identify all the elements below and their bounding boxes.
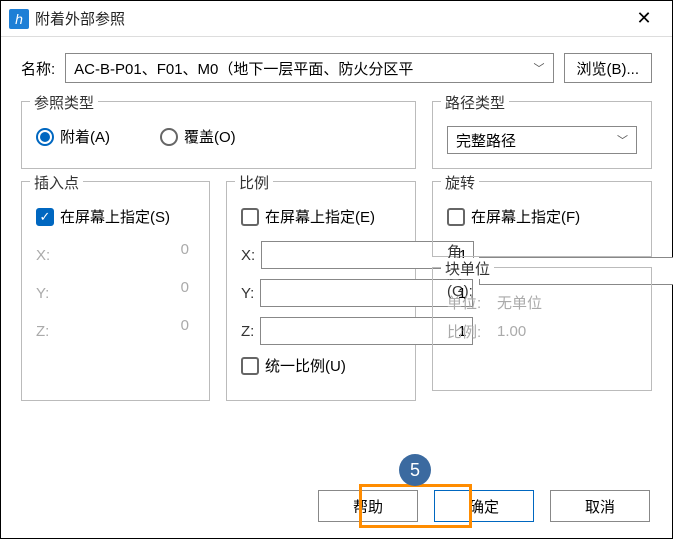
rotate-onscreen-label: 在屏幕上指定(F) [471,206,580,227]
scale-group: 比例 在屏幕上指定(E) X: Y: Z: 统一比例(U) [226,181,416,401]
block-unit-title: 块单位 [441,258,494,279]
scale-onscreen-checkbox[interactable]: 在屏幕上指定(E) [241,206,401,227]
radio-attach[interactable]: 附着(A) [36,126,110,147]
uniform-scale-label: 统一比例(U) [265,355,346,376]
uniform-scale-checkbox[interactable]: 统一比例(U) [241,355,401,376]
dialog-title: 附着外部参照 [35,8,624,29]
radio-overlay[interactable]: 覆盖(O) [160,126,236,147]
ok-button[interactable]: 确定 [434,490,534,522]
cancel-button[interactable]: 取消 [550,490,650,522]
block-unit-label: 单位: [447,292,497,313]
scale-onscreen-label: 在屏幕上指定(E) [265,206,375,227]
rotate-onscreen-checkbox[interactable]: 在屏幕上指定(F) [447,206,637,227]
path-type-title: 路径类型 [441,92,509,113]
row-type: 参照类型 附着(A) 覆盖(O) 路径类型 完整路径 ﹀ [21,101,652,169]
block-scale-value: 1.00 [497,323,526,340]
dialog-content: 名称: AC-B-P01、F01、M0（地下一层平面、防火分区平 ﹀ 浏览(B)… [1,37,672,413]
insertion-point-title: 插入点 [30,172,83,193]
insertion-point-group: 插入点 ✓ 在屏幕上指定(S) X:0 Y:0 Z:0 [21,181,210,401]
insert-y-input: 0 [72,279,195,307]
name-value: AC-B-P01、F01、M0（地下一层平面、防火分区平 [74,58,413,79]
insert-x-label: X: [36,247,66,264]
insert-onscreen-label: 在屏幕上指定(S) [60,206,170,227]
browse-button[interactable]: 浏览(B)... [564,53,653,83]
name-label: 名称: [21,58,55,79]
block-scale-label: 比例: [447,321,497,342]
chevron-down-icon: ﹀ [617,132,628,148]
path-type-value: 完整路径 [456,130,516,151]
rotation-group: 旋转 在屏幕上指定(F) 角度(G): [432,181,652,257]
name-select[interactable]: AC-B-P01、F01、M0（地下一层平面、防火分区平 ﹀ [65,53,553,83]
insert-onscreen-checkbox[interactable]: ✓ 在屏幕上指定(S) [36,206,195,227]
scale-z-label: Z: [241,323,254,340]
radio-overlay-label: 覆盖(O) [184,126,236,147]
titlebar: h 附着外部参照 ✕ [1,1,672,37]
reference-type-title: 参照类型 [30,92,98,113]
scale-title: 比例 [235,172,273,193]
checkbox-checked-icon: ✓ [36,208,54,226]
help-button[interactable]: 帮助 [318,490,418,522]
checkbox-unchecked-icon [241,208,259,226]
row-params: 插入点 ✓ 在屏幕上指定(S) X:0 Y:0 Z:0 比例 在屏幕上指定(E)… [21,181,652,401]
radio-unchecked-icon [160,128,178,146]
close-button[interactable]: ✕ [624,3,664,35]
checkbox-unchecked-icon [241,357,259,375]
annotation-marker: 5 [399,454,431,486]
block-unit-row: 单位:无单位 [447,292,637,313]
scale-x-label: X: [241,247,255,264]
checkbox-unchecked-icon [447,208,465,226]
reference-type-group: 参照类型 附着(A) 覆盖(O) [21,101,416,169]
path-type-group: 路径类型 完整路径 ﹀ [432,101,652,169]
block-unit-group: 块单位 单位:无单位 比例:1.00 [432,267,652,391]
rotation-title: 旋转 [441,172,479,193]
right-column: 旋转 在屏幕上指定(F) 角度(G): 块单位 单位:无单位 比例:1.00 [432,181,652,401]
insert-z-label: Z: [36,323,66,340]
app-icon: h [9,9,29,29]
radio-attach-label: 附着(A) [60,126,110,147]
button-row: 帮助 确定 取消 [318,490,650,522]
scale-y-label: Y: [241,285,254,302]
chevron-down-icon: ﹀ [534,60,545,76]
name-row: 名称: AC-B-P01、F01、M0（地下一层平面、防火分区平 ﹀ 浏览(B)… [21,53,652,83]
insert-y-label: Y: [36,285,66,302]
block-scale-row: 比例:1.00 [447,321,637,342]
insert-z-input: 0 [72,317,195,345]
block-unit-value: 无单位 [497,292,542,313]
dialog-window: h 附着外部参照 ✕ 名称: AC-B-P01、F01、M0（地下一层平面、防火… [0,0,673,539]
radio-checked-icon [36,128,54,146]
insert-x-input: 0 [72,241,195,269]
path-type-select[interactable]: 完整路径 ﹀ [447,126,637,154]
